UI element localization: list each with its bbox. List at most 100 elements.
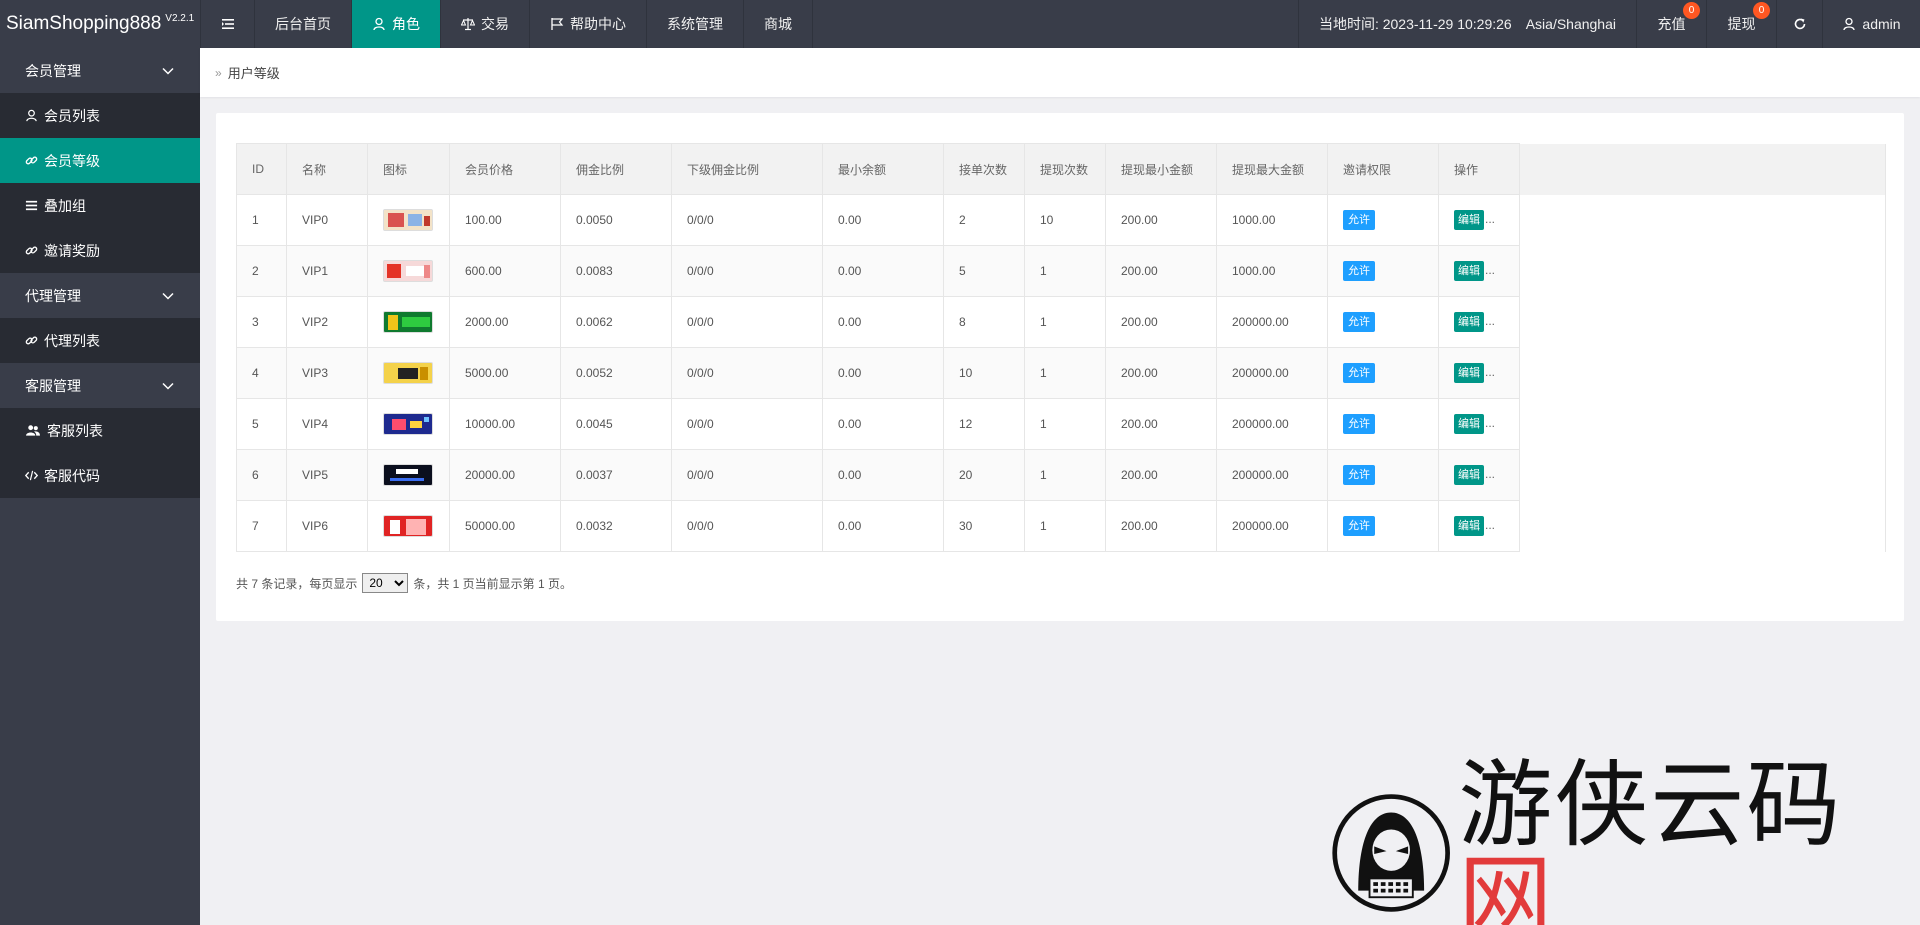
column-header: 接单次数 (943, 143, 1025, 195)
sidebar-toggle-button[interactable] (200, 0, 255, 48)
table-row: 1 VIP0 100.00 0.0050 0/0/0 0.00 2 10 200.00 1000.… (236, 194, 1886, 246)
nav-home[interactable]: 后台首页 (255, 0, 352, 48)
allow-button[interactable]: 允许 (1343, 465, 1375, 485)
nav-mall[interactable]: 商城 (744, 0, 813, 48)
cell-sub-commission: 0/0/0 (671, 500, 823, 552)
breadcrumb: » 用户等级 (200, 48, 1920, 97)
sidebar-item-label: 会员列表 (44, 107, 100, 124)
cell-invite: 允许 (1327, 296, 1439, 348)
header-right: 当地时间: 2023-11-29 10:29:26 Asia/Shanghai … (1297, 0, 1920, 48)
sidebar-group-members[interactable]: 会员管理 (0, 48, 200, 93)
column-header: 邀请权限 (1327, 143, 1439, 195)
edit-button[interactable]: 编辑 (1454, 414, 1484, 434)
shop-thumb (383, 209, 433, 231)
recharge-button[interactable]: 充值 0 (1636, 0, 1706, 48)
cell-withdraw-min: 200.00 (1105, 194, 1217, 246)
green-thumb (383, 311, 433, 333)
sidebar-item-invite-reward[interactable]: 邀请奖励 (0, 228, 200, 273)
cell-commission: 0.0052 (560, 347, 672, 399)
flag-icon (550, 17, 564, 31)
cell-actions: 编辑... (1438, 449, 1520, 501)
sidebar-group-support[interactable]: 客服管理 (0, 363, 200, 408)
edit-button[interactable]: 编辑 (1454, 312, 1484, 332)
column-header: 佣金比例 (560, 143, 672, 195)
more-actions[interactable]: ... (1485, 365, 1495, 379)
cell-actions: 编辑... (1438, 245, 1520, 297)
column-header: 下级佣金比例 (671, 143, 823, 195)
refresh-button[interactable] (1776, 0, 1822, 48)
sidebar-item-agent-list[interactable]: 代理列表 (0, 318, 200, 363)
sidebar-item-member-list[interactable]: 会员列表 (0, 93, 200, 138)
cell-filler (1519, 194, 1886, 246)
chevron-down-icon (161, 64, 175, 78)
cell-min-balance: 0.00 (822, 194, 944, 246)
cell-commission: 0.0083 (560, 245, 672, 297)
cell-invite: 允许 (1327, 398, 1439, 450)
cell-invite: 允许 (1327, 347, 1439, 399)
cell-orders: 10 (943, 347, 1025, 399)
nav-system[interactable]: 系统管理 (647, 0, 744, 48)
edit-button[interactable]: 编辑 (1454, 465, 1484, 485)
cell-withdraw-max: 1000.00 (1216, 194, 1328, 246)
cell-invite: 允许 (1327, 194, 1439, 246)
column-header: 提现最大金额 (1216, 143, 1328, 195)
cell-name: VIP6 (286, 500, 368, 552)
cell-price: 2000.00 (449, 296, 561, 348)
allow-button[interactable]: 允许 (1343, 516, 1375, 536)
nav-mall-label: 商城 (764, 16, 792, 32)
sidebar-group-agents[interactable]: 代理管理 (0, 273, 200, 318)
allow-button[interactable]: 允许 (1343, 312, 1375, 332)
user-menu[interactable]: admin (1822, 0, 1920, 48)
cell-min-balance: 0.00 (822, 398, 944, 450)
edit-button[interactable]: 编辑 (1454, 210, 1484, 230)
cell-withdraw-times: 1 (1024, 296, 1106, 348)
cell-filler (1519, 398, 1886, 450)
brand-logo[interactable]: SiamShopping888 V2.2.1 (0, 0, 200, 48)
cell-invite: 允许 (1327, 500, 1439, 552)
cell-sub-commission: 0/0/0 (671, 449, 823, 501)
cell-withdraw-times: 1 (1024, 245, 1106, 297)
sidebar-group-label: 代理管理 (25, 287, 81, 304)
withdraw-button[interactable]: 提现 0 (1706, 0, 1776, 48)
sidebar-item-label: 客服列表 (47, 422, 103, 439)
edit-button[interactable]: 编辑 (1454, 516, 1484, 536)
cell-actions: 编辑... (1438, 347, 1520, 399)
more-actions[interactable]: ... (1485, 212, 1495, 226)
more-actions[interactable]: ... (1485, 518, 1495, 532)
sidebar-item-stack-group[interactable]: 叠加组 (0, 183, 200, 228)
cell-name: VIP1 (286, 245, 368, 297)
more-actions[interactable]: ... (1485, 263, 1495, 277)
cell-id: 6 (236, 449, 287, 501)
brand-name: SiamShopping888 (6, 13, 162, 34)
sidebar-item-support-list[interactable]: 客服列表 (0, 408, 200, 453)
cell-name: VIP4 (286, 398, 368, 450)
nav-help[interactable]: 帮助中心 (530, 0, 647, 48)
more-actions[interactable]: ... (1485, 314, 1495, 328)
more-actions[interactable]: ... (1485, 467, 1495, 481)
sidebar-item-support-code[interactable]: 客服代码 (0, 453, 200, 498)
cell-name: VIP5 (286, 449, 368, 501)
allow-button[interactable]: 允许 (1343, 261, 1375, 281)
cell-min-balance: 0.00 (822, 296, 944, 348)
more-actions[interactable]: ... (1485, 416, 1495, 430)
table-header-row: ID 名称 图标 会员价格 佣金比例 下级佣金比例 最小余额 接单次数 提现次数… (236, 143, 1886, 195)
nav-trade[interactable]: 交易 (441, 0, 530, 48)
user-icon (25, 109, 38, 122)
allow-button[interactable]: 允许 (1343, 414, 1375, 434)
edit-button[interactable]: 编辑 (1454, 363, 1484, 383)
table-row: 4 VIP3 5000.00 0.0052 0/0/0 0.00 10 1 200.00 2000… (236, 347, 1886, 399)
edit-button[interactable]: 编辑 (1454, 261, 1484, 281)
sidebar-item-member-level[interactable]: 会员等级 (0, 138, 200, 183)
allow-button[interactable]: 允许 (1343, 210, 1375, 230)
allow-button[interactable]: 允许 (1343, 363, 1375, 383)
cell-name: VIP0 (286, 194, 368, 246)
cell-sub-commission: 0/0/0 (671, 347, 823, 399)
local-time: 当地时间: 2023-11-29 10:29:26 Asia/Shanghai (1297, 0, 1636, 48)
cell-sub-commission: 0/0/0 (671, 194, 823, 246)
page-size-select[interactable]: 20 (362, 573, 409, 593)
chevron-down-icon (161, 289, 175, 303)
cell-id: 1 (236, 194, 287, 246)
cell-name: VIP3 (286, 347, 368, 399)
nav-role[interactable]: 角色 (352, 0, 441, 48)
cell-filler (1519, 500, 1886, 552)
